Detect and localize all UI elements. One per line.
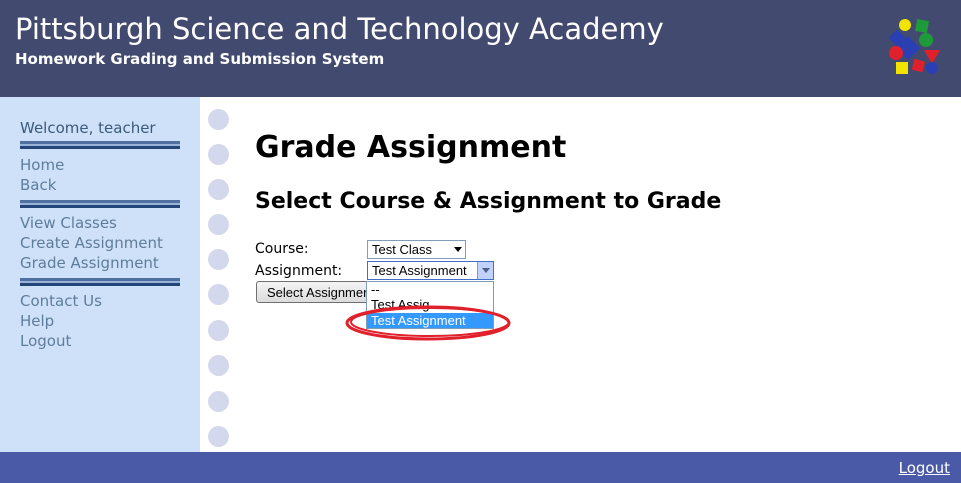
ring-decoration [208, 144, 229, 165]
sidebar-divider [20, 141, 180, 149]
sidebar-item-back[interactable]: Back [20, 176, 56, 194]
ring-decoration [208, 179, 229, 200]
main-content: Grade Assignment Select Course & Assignm… [238, 97, 961, 452]
ring-decoration [208, 426, 229, 447]
sidebar-item-grade-assignment[interactable]: Grade Assignment [20, 254, 159, 272]
select-assignment-button[interactable]: Select Assignment [256, 281, 376, 303]
assignment-dropdown-list: -- Test Assig Test Assignment [366, 281, 494, 329]
site-subtitle: Homework Grading and Submission System [15, 50, 385, 68]
ring-decoration [208, 320, 229, 341]
course-label: Course: [255, 241, 309, 257]
dropdown-option-selected[interactable]: Test Assignment [367, 313, 493, 328]
ring-decoration [208, 284, 229, 305]
sidebar-item-help[interactable]: Help [20, 312, 54, 330]
assignment-label: Assignment: [255, 263, 343, 279]
sidebar-divider [20, 200, 180, 208]
welcome-text: Welcome, teacher [20, 119, 156, 137]
assignment-select-value: Test Assignment [372, 263, 467, 278]
section-title: Select Course & Assignment to Grade [255, 189, 722, 214]
chevron-down-icon [454, 247, 462, 252]
chevron-down-icon [482, 268, 490, 273]
dropdown-toggle[interactable] [477, 262, 493, 279]
sidebar-divider [20, 278, 180, 286]
assignment-select[interactable]: Test Assignment [367, 261, 494, 280]
course-select[interactable]: Test Class [367, 240, 466, 259]
site-title: Pittsburgh Science and Technology Academ… [15, 12, 664, 46]
site-header: Pittsburgh Science and Technology Academ… [0, 0, 961, 97]
footer-logout-link[interactable]: Logout [899, 459, 950, 477]
academy-logo-icon [888, 19, 940, 74]
site-footer: Logout [0, 452, 961, 483]
ring-decoration [208, 214, 229, 235]
sidebar-item-contact-us[interactable]: Contact Us [20, 292, 102, 310]
dropdown-option[interactable]: -- [367, 282, 493, 297]
sidebar-item-view-classes[interactable]: View Classes [20, 214, 117, 232]
ring-decoration [208, 391, 229, 412]
ring-decoration [208, 355, 229, 376]
ring-decoration [208, 249, 229, 270]
sidebar-item-logout[interactable]: Logout [20, 332, 71, 350]
course-select-value: Test Class [372, 242, 432, 257]
dropdown-option[interactable]: Test Assig [367, 297, 493, 312]
page-title: Grade Assignment [255, 130, 567, 165]
ring-decoration [208, 109, 229, 130]
sidebar-item-create-assignment[interactable]: Create Assignment [20, 234, 163, 252]
sidebar: Welcome, teacher Home Back View Classes … [0, 97, 200, 452]
sidebar-item-home[interactable]: Home [20, 156, 64, 174]
notebook-rings [200, 97, 238, 452]
